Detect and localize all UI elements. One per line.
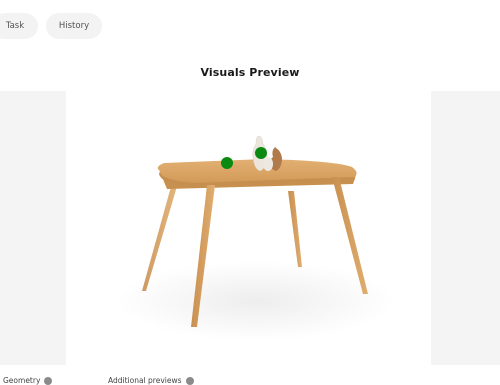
tab-history-label: History [58, 21, 90, 31]
marker-dot[interactable] [221, 157, 233, 169]
geometry-label: Geometry [3, 376, 41, 385]
table-leg-back-right [288, 191, 302, 267]
additional-previews-section: Additional previews [108, 376, 194, 385]
marker-dot[interactable] [255, 147, 267, 159]
tab-task-label: Task [5, 21, 25, 31]
preview-title: Visuals Preview [200, 66, 300, 79]
previous-preview-panel[interactable] [0, 91, 66, 365]
preview-viewport[interactable] [66, 91, 431, 365]
geometry-section: Geometry [3, 376, 53, 385]
info-icon[interactable] [185, 376, 194, 385]
additional-previews-label: Additional previews [108, 376, 182, 385]
next-preview-panel[interactable] [431, 91, 500, 365]
table-render [116, 135, 396, 341]
tab-task[interactable]: Task [0, 13, 38, 39]
tab-history[interactable]: History [46, 13, 102, 39]
vase-small [263, 157, 273, 171]
info-icon[interactable] [44, 376, 53, 385]
floor-shadow [116, 261, 396, 341]
